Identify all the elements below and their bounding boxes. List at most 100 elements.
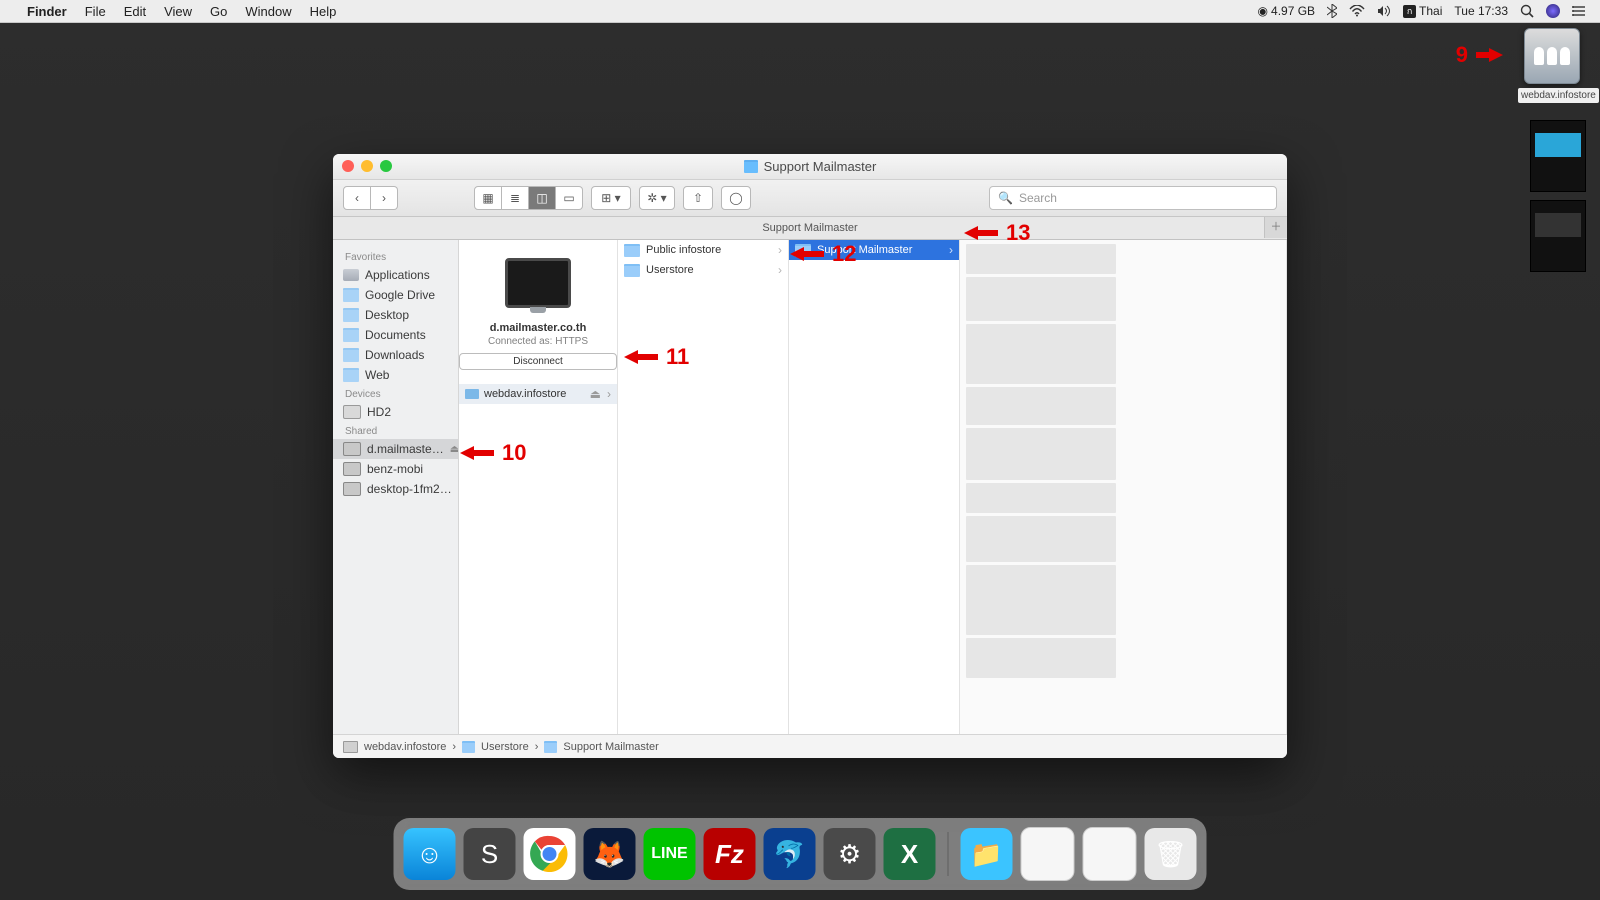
folder-icon xyxy=(624,264,640,277)
chevron-right-icon: › xyxy=(778,263,782,277)
tags-button[interactable]: ◯ xyxy=(721,186,751,210)
finder-sidebar: Favorites Applications Google Drive Desk… xyxy=(333,240,459,734)
dock-chrome[interactable] xyxy=(524,828,576,880)
spotlight-icon[interactable] xyxy=(1514,4,1540,18)
zoom-button[interactable] xyxy=(380,160,392,172)
desktop-thumbnail-2[interactable] xyxy=(1530,200,1586,272)
sidebar-item-dmailmaster[interactable]: d.mailmaste…⏏ xyxy=(333,439,458,459)
finder-toolbar: ‹ › ▦ ≣ ◫ ▭ ⊞ ▾ ✲ ▾ ⇧ ◯ 🔍Search xyxy=(333,180,1287,217)
sidebar-section-devices: Devices xyxy=(333,385,458,402)
menu-view[interactable]: View xyxy=(155,4,201,19)
path-bar: webdav.infostore› Userstore› Support Mai… xyxy=(333,734,1287,758)
network-share-icon xyxy=(1524,28,1580,84)
traffic-lights xyxy=(342,160,392,172)
dock-sequelpro[interactable]: 🐬 xyxy=(764,828,816,880)
desktop-drive-label: webdav.infostore xyxy=(1518,88,1599,103)
folder-icon xyxy=(624,244,640,257)
window-title: Support Mailmaster xyxy=(764,159,877,174)
icon-view-button[interactable]: ▦ xyxy=(474,186,502,210)
path-seg-1[interactable]: Userstore xyxy=(481,741,529,753)
disk-usage-menuitem[interactable]: ◉ 4.97 GB xyxy=(1252,4,1322,18)
dock-system-preferences[interactable]: ⚙ xyxy=(824,828,876,880)
sidebar-item-benz-mobi[interactable]: benz-mobi xyxy=(333,459,458,479)
bluetooth-icon[interactable] xyxy=(1321,4,1343,18)
chevron-right-icon: › xyxy=(778,243,782,257)
annotation-9: 9 xyxy=(1456,42,1510,68)
sidebar-item-downloads[interactable]: Downloads xyxy=(333,345,458,365)
column-1: Public infostore› Userstore› xyxy=(618,240,789,734)
gallery-view-button[interactable]: ▭ xyxy=(556,186,583,210)
dock: ☺ S 🦊 LINE Fz 🐬 ⚙ X 📁 🗑 xyxy=(394,818,1207,890)
sidebar-item-google-drive[interactable]: Google Drive xyxy=(333,285,458,305)
search-icon: 🔍 xyxy=(998,191,1013,205)
clock-menuitem[interactable]: Tue 17:33 xyxy=(1448,4,1514,18)
dock-minimized-window-1[interactable] xyxy=(1021,827,1075,881)
dock-finder[interactable]: ☺ xyxy=(404,828,456,880)
column-drive-row[interactable]: webdav.infostore⏏› xyxy=(459,384,617,404)
menu-app-name[interactable]: Finder xyxy=(18,4,76,19)
sidebar-item-applications[interactable]: Applications xyxy=(333,265,458,285)
share-button[interactable]: ⇧ xyxy=(683,186,713,210)
folder-icon xyxy=(744,160,758,173)
column-server: d.mailmaster.co.th Connected as: HTTPS D… xyxy=(459,240,618,734)
sidebar-item-web[interactable]: Web xyxy=(333,365,458,385)
list-view-button[interactable]: ≣ xyxy=(502,186,529,210)
menu-edit[interactable]: Edit xyxy=(115,4,155,19)
sidebar-section-favorites: Favorites xyxy=(333,248,458,265)
disconnect-button[interactable]: Disconnect xyxy=(459,353,617,370)
sidebar-item-documents[interactable]: Documents xyxy=(333,325,458,345)
server-name: d.mailmaster.co.th xyxy=(459,322,617,334)
column-view-button[interactable]: ◫ xyxy=(529,186,556,210)
desktop-thumbnail-1[interactable] xyxy=(1530,120,1586,192)
menu-bar: Finder File Edit View Go Window Help ◉ 4… xyxy=(0,0,1600,23)
close-button[interactable] xyxy=(342,160,354,172)
minimize-button[interactable] xyxy=(361,160,373,172)
desktop: Finder File Edit View Go Window Help ◉ 4… xyxy=(0,0,1600,900)
sidebar-item-hd2[interactable]: HD2 xyxy=(333,402,458,422)
eject-icon[interactable]: ⏏ xyxy=(450,444,458,455)
sidebar-section-shared: Shared xyxy=(333,422,458,439)
wifi-icon[interactable] xyxy=(1343,5,1371,17)
chevron-right-icon: › xyxy=(949,243,953,257)
annotation-10: 10 xyxy=(460,440,526,466)
arrange-button[interactable]: ⊞ ▾ xyxy=(591,186,631,210)
path-seg-0[interactable]: webdav.infostore xyxy=(364,741,446,753)
siri-icon[interactable] xyxy=(1540,4,1566,18)
menu-help[interactable]: Help xyxy=(301,4,346,19)
tab-active[interactable]: Support Mailmaster xyxy=(762,222,857,234)
volume-icon[interactable] xyxy=(1371,5,1397,17)
menu-window[interactable]: Window xyxy=(236,4,300,19)
eject-icon[interactable]: ⏏ xyxy=(590,387,601,401)
dock-filezilla[interactable]: Fz xyxy=(704,828,756,880)
dock-separator xyxy=(948,832,949,876)
sidebar-item-desktop[interactable]: Desktop xyxy=(333,305,458,325)
annotation-12: 12 xyxy=(790,241,856,267)
server-status: Connected as: HTTPS xyxy=(459,336,617,347)
tab-bar: Support Mailmaster ＋ xyxy=(333,217,1287,240)
sidebar-item-desktop-1fm2[interactable]: desktop-1fm2… xyxy=(333,479,458,499)
annotation-11: 11 xyxy=(624,344,689,370)
menu-go[interactable]: Go xyxy=(201,4,236,19)
action-button[interactable]: ✲ ▾ xyxy=(639,186,675,210)
dock-trash[interactable]: 🗑 xyxy=(1145,828,1197,880)
dock-excel[interactable]: X xyxy=(884,828,936,880)
dock-downloads[interactable]: 📁 xyxy=(961,828,1013,880)
forward-button[interactable]: › xyxy=(371,186,398,210)
desktop-network-drive[interactable]: webdav.infostore xyxy=(1518,28,1586,103)
menu-file[interactable]: File xyxy=(76,4,115,19)
server-icon xyxy=(505,258,571,308)
dock-sublime[interactable]: S xyxy=(464,828,516,880)
back-button[interactable]: ‹ xyxy=(343,186,371,210)
folder-public-infostore[interactable]: Public infostore› xyxy=(618,240,788,260)
new-tab-button[interactable]: ＋ xyxy=(1264,217,1287,238)
chevron-right-icon: › xyxy=(607,387,611,401)
folder-userstore[interactable]: Userstore› xyxy=(618,260,788,280)
dock-minimized-window-2[interactable] xyxy=(1083,827,1137,881)
input-source-menuitem[interactable]: ก Thai xyxy=(1397,4,1448,18)
dock-firefox[interactable]: 🦊 xyxy=(584,828,636,880)
dock-line[interactable]: LINE xyxy=(644,828,696,880)
window-titlebar[interactable]: Support Mailmaster xyxy=(333,154,1287,180)
search-field[interactable]: 🔍Search xyxy=(989,186,1277,210)
path-seg-2[interactable]: Support Mailmaster xyxy=(563,741,658,753)
notification-center-icon[interactable] xyxy=(1566,5,1592,17)
